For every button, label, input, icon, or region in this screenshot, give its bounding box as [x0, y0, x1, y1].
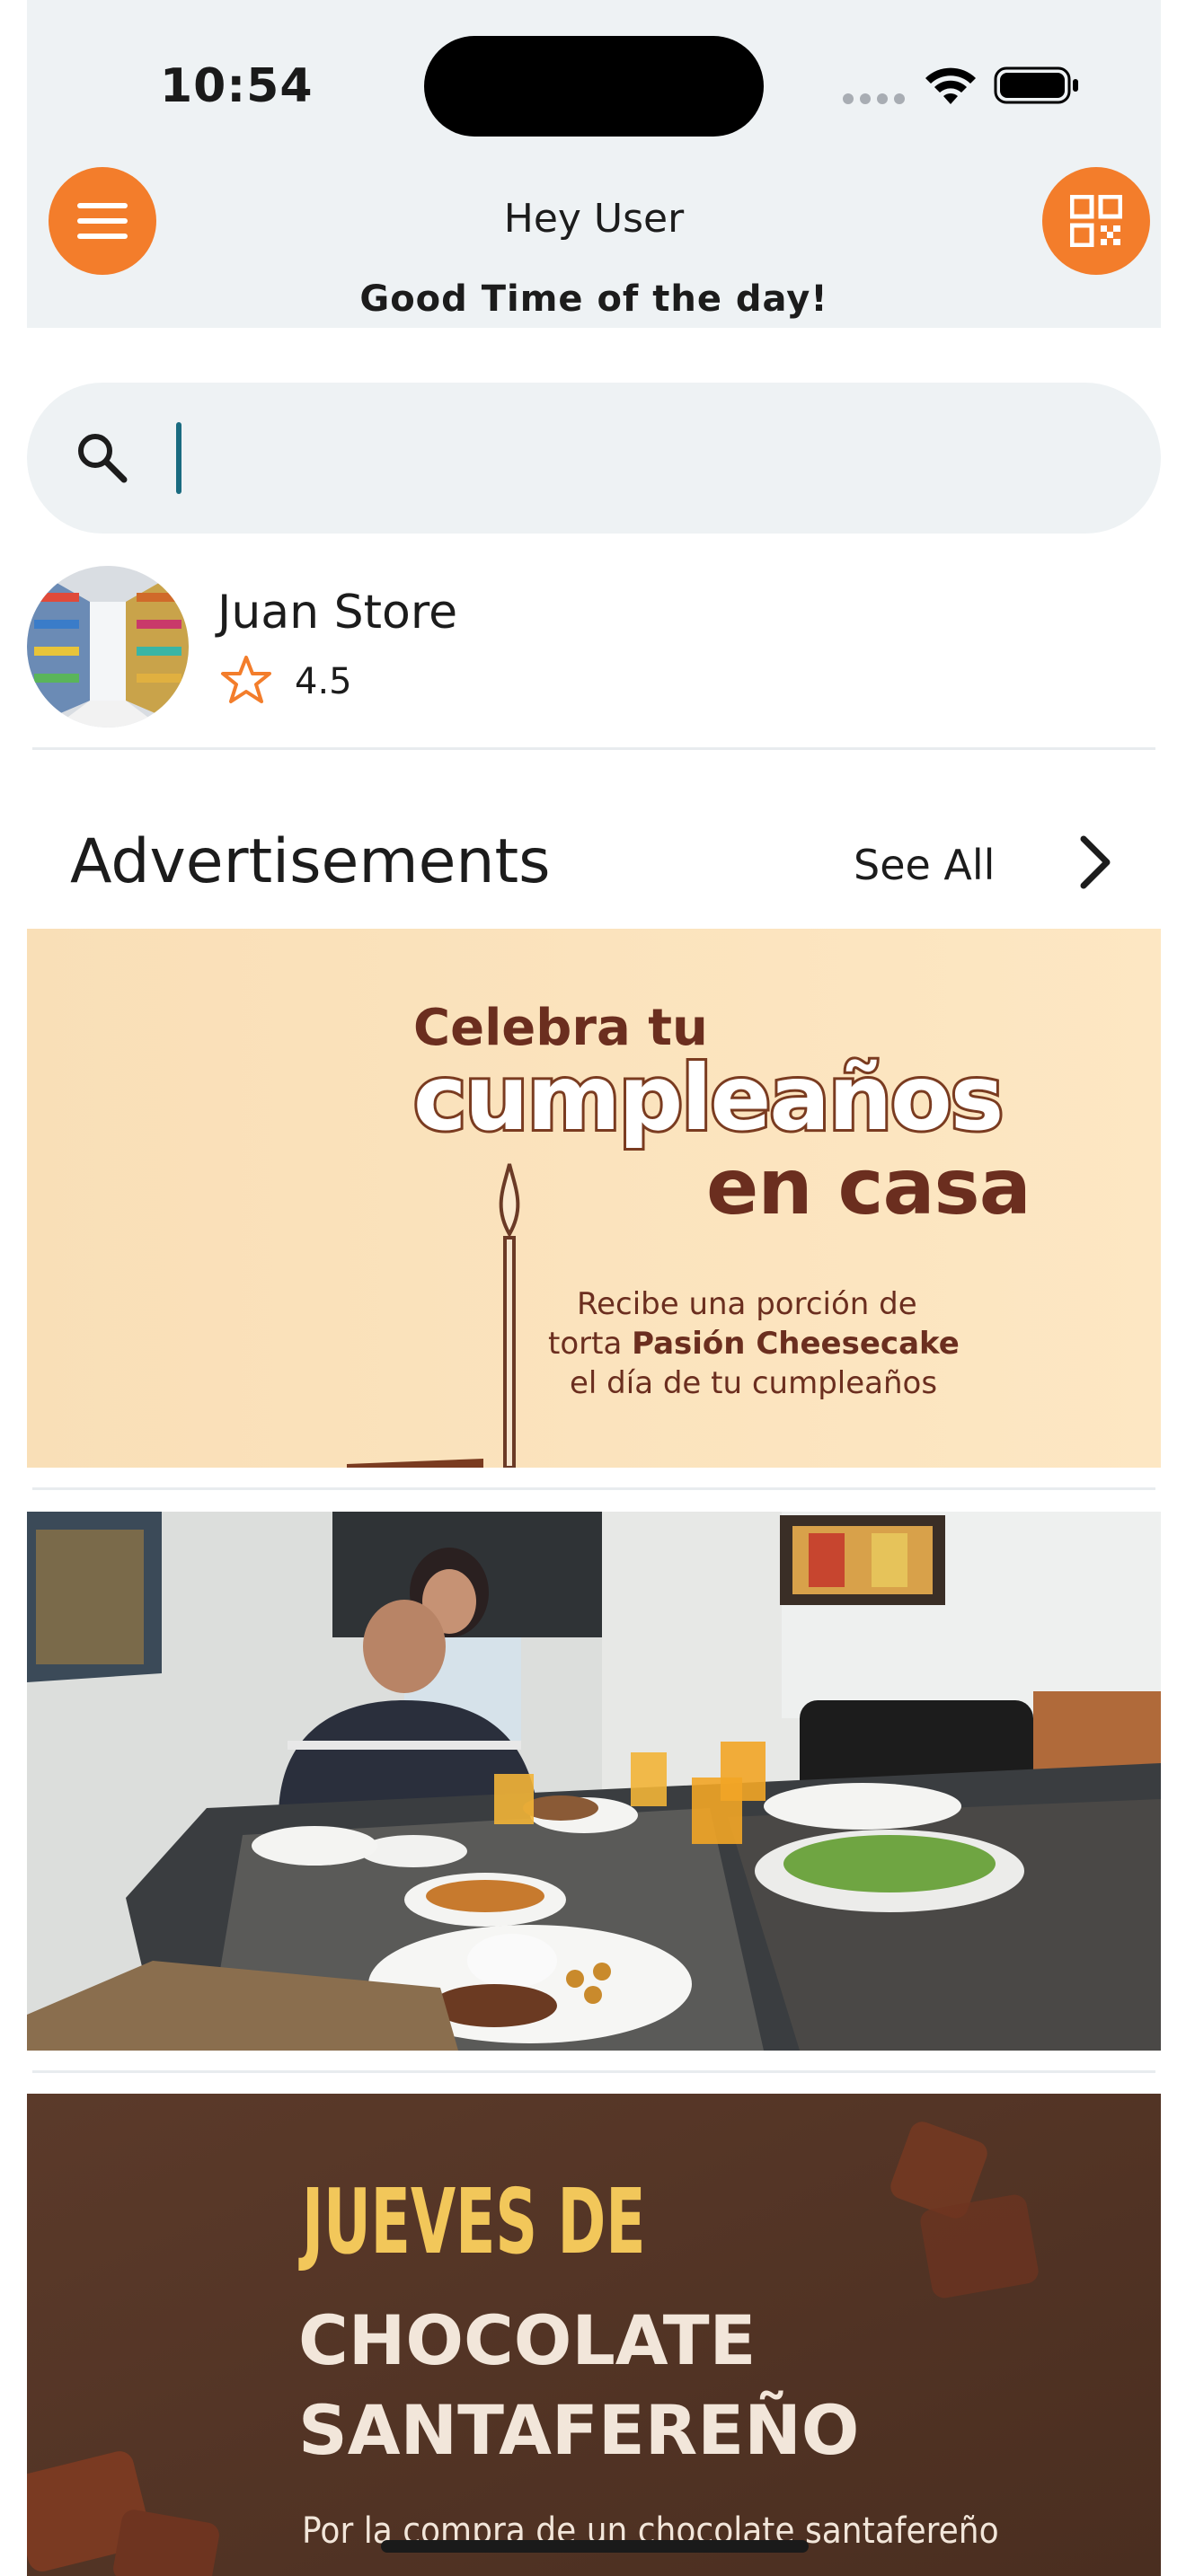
ad-photo-dinner[interactable] [27, 1512, 1161, 2051]
search-bar[interactable] [27, 383, 1161, 534]
status-bar: 10:54 [27, 0, 1161, 153]
divider [32, 747, 1155, 750]
ad1-line3: en casa [706, 1142, 1031, 1232]
search-input[interactable] [171, 410, 1105, 507]
search-icon [78, 434, 128, 483]
chevron-right-icon[interactable] [1075, 834, 1116, 891]
store-name: Juan Store [217, 586, 458, 640]
ad-banner-chocolate[interactable]: JUEVES DE CHOCOLATE SANTAFEREÑO Por la c… [27, 2094, 1161, 2576]
app-header: 10:54 Hey User Good Time of the day! [27, 0, 1161, 328]
see-all-link[interactable]: See All [854, 841, 995, 889]
store-rating: 4.5 [295, 661, 352, 702]
store-avatar [27, 566, 189, 728]
subgreeting-text: Good Time of the day! [359, 278, 828, 320]
text-cursor [176, 422, 181, 494]
cellular-signal-icon [843, 93, 905, 104]
star-icon [221, 656, 271, 703]
divider [32, 1487, 1155, 1490]
advertisements-title: Advertisements [70, 826, 551, 897]
qr-scan-button[interactable] [1042, 167, 1150, 275]
divider [32, 2070, 1155, 2073]
greeting-text: Hey User [503, 196, 685, 242]
dinner-photo [27, 1512, 1161, 2051]
ad1-body2: torta Pasión Cheesecake [548, 1326, 960, 1362]
dynamic-island [424, 36, 764, 137]
status-time: 10:54 [160, 59, 314, 113]
ad3-line1: JUEVES DE [302, 2169, 646, 2274]
ad1-body2-prefix: torta [548, 1326, 633, 1362]
qr-code-icon [1070, 195, 1122, 247]
wifi-icon [925, 67, 976, 104]
ad3-line3: SANTAFEREÑO [298, 2390, 860, 2470]
ad1-body1: Recibe una porción de [577, 1286, 917, 1322]
ad-banner-birthday[interactable]: Celebra tu cumpleaños en casa Recibe una… [27, 929, 1161, 1468]
home-indicator[interactable] [381, 2540, 809, 2553]
ad1-body3: el día de tu cumpleaños [570, 1365, 938, 1401]
ad3-line2: CHOCOLATE [298, 2300, 757, 2380]
store-card[interactable]: Juan Store 4.5 [27, 566, 1161, 729]
ad1-line2: cumpleaños [411, 1043, 1006, 1153]
ad1-body2-bold: Pasión Cheesecake [632, 1326, 960, 1362]
battery-icon [994, 66, 1078, 104]
